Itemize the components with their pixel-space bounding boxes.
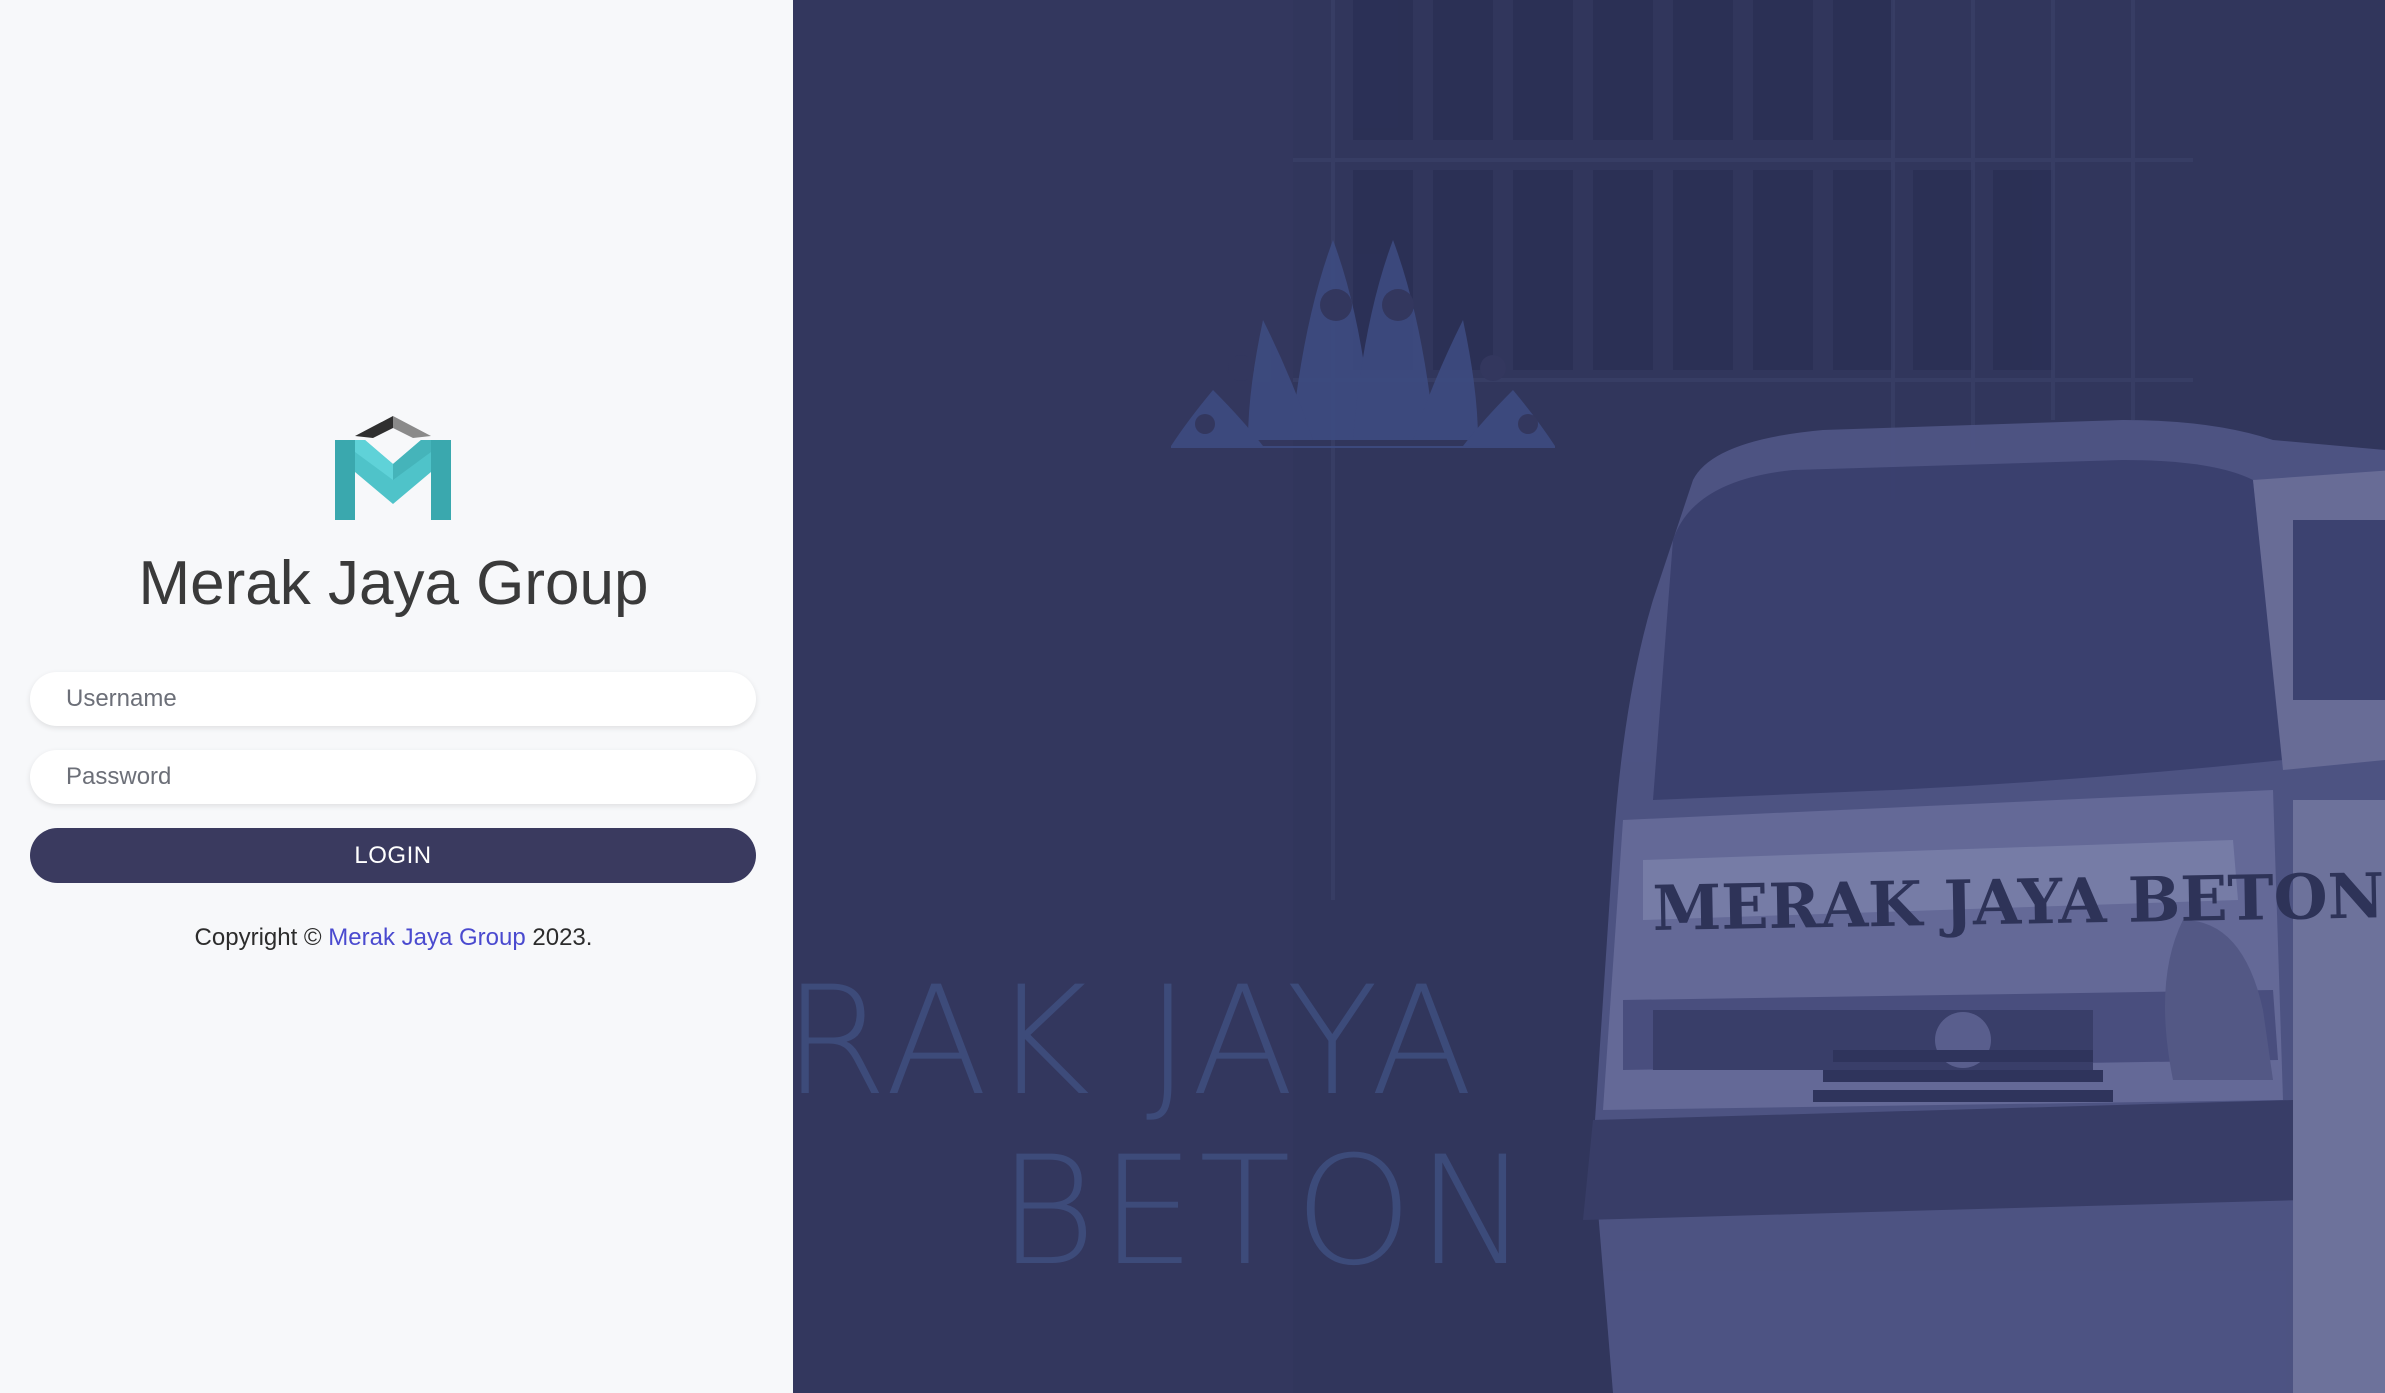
copyright-year: 2023. — [532, 924, 593, 951]
login-button[interactable]: LOGIN — [30, 828, 756, 883]
company-link[interactable]: Merak Jaya Group — [328, 924, 525, 951]
hero-text-line-2: BETON — [998, 1125, 1533, 1299]
hero-panel: MERAK JAYA BETON RAK JAYA BETON — [793, 0, 2385, 1393]
truck-illustration: MERAK JAYA BETON — [1583, 420, 2385, 1393]
copyright-footer: Copyright © Merak Jaya Group 2023. — [0, 924, 787, 952]
svg-text:MERAK JAYA BETON: MERAK JAYA BETON — [1652, 859, 2385, 945]
username-input[interactable] — [30, 672, 756, 726]
login-page: Merak Jaya Group LOGIN Copyright © Merak… — [0, 0, 2385, 1393]
brand-title: Merak Jaya Group — [138, 549, 649, 618]
login-panel: Merak Jaya Group LOGIN Copyright © Merak… — [0, 0, 793, 1393]
copyright-prefix: Copyright © — [194, 924, 322, 951]
merak-jaya-m-logo-icon — [335, 416, 451, 520]
hero-text-line-1: RAK JAYA — [793, 955, 1477, 1129]
password-input[interactable] — [30, 750, 756, 804]
